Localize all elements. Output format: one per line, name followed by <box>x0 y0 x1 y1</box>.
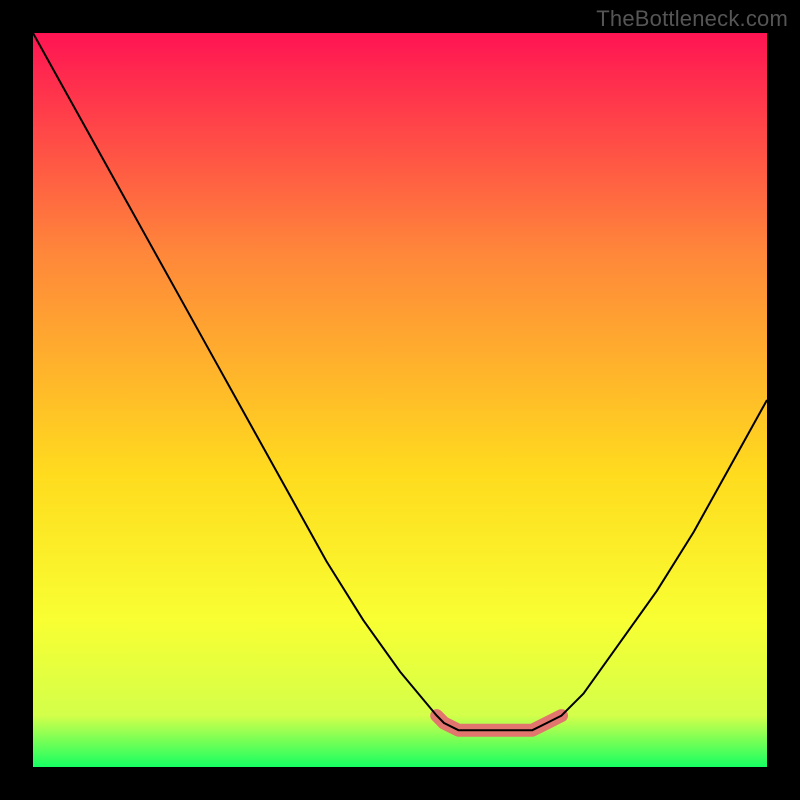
watermark-text: TheBottleneck.com <box>596 6 788 32</box>
plot-background-gradient <box>33 33 767 767</box>
chart-frame: TheBottleneck.com <box>0 0 800 800</box>
bottleneck-chart <box>0 0 800 800</box>
